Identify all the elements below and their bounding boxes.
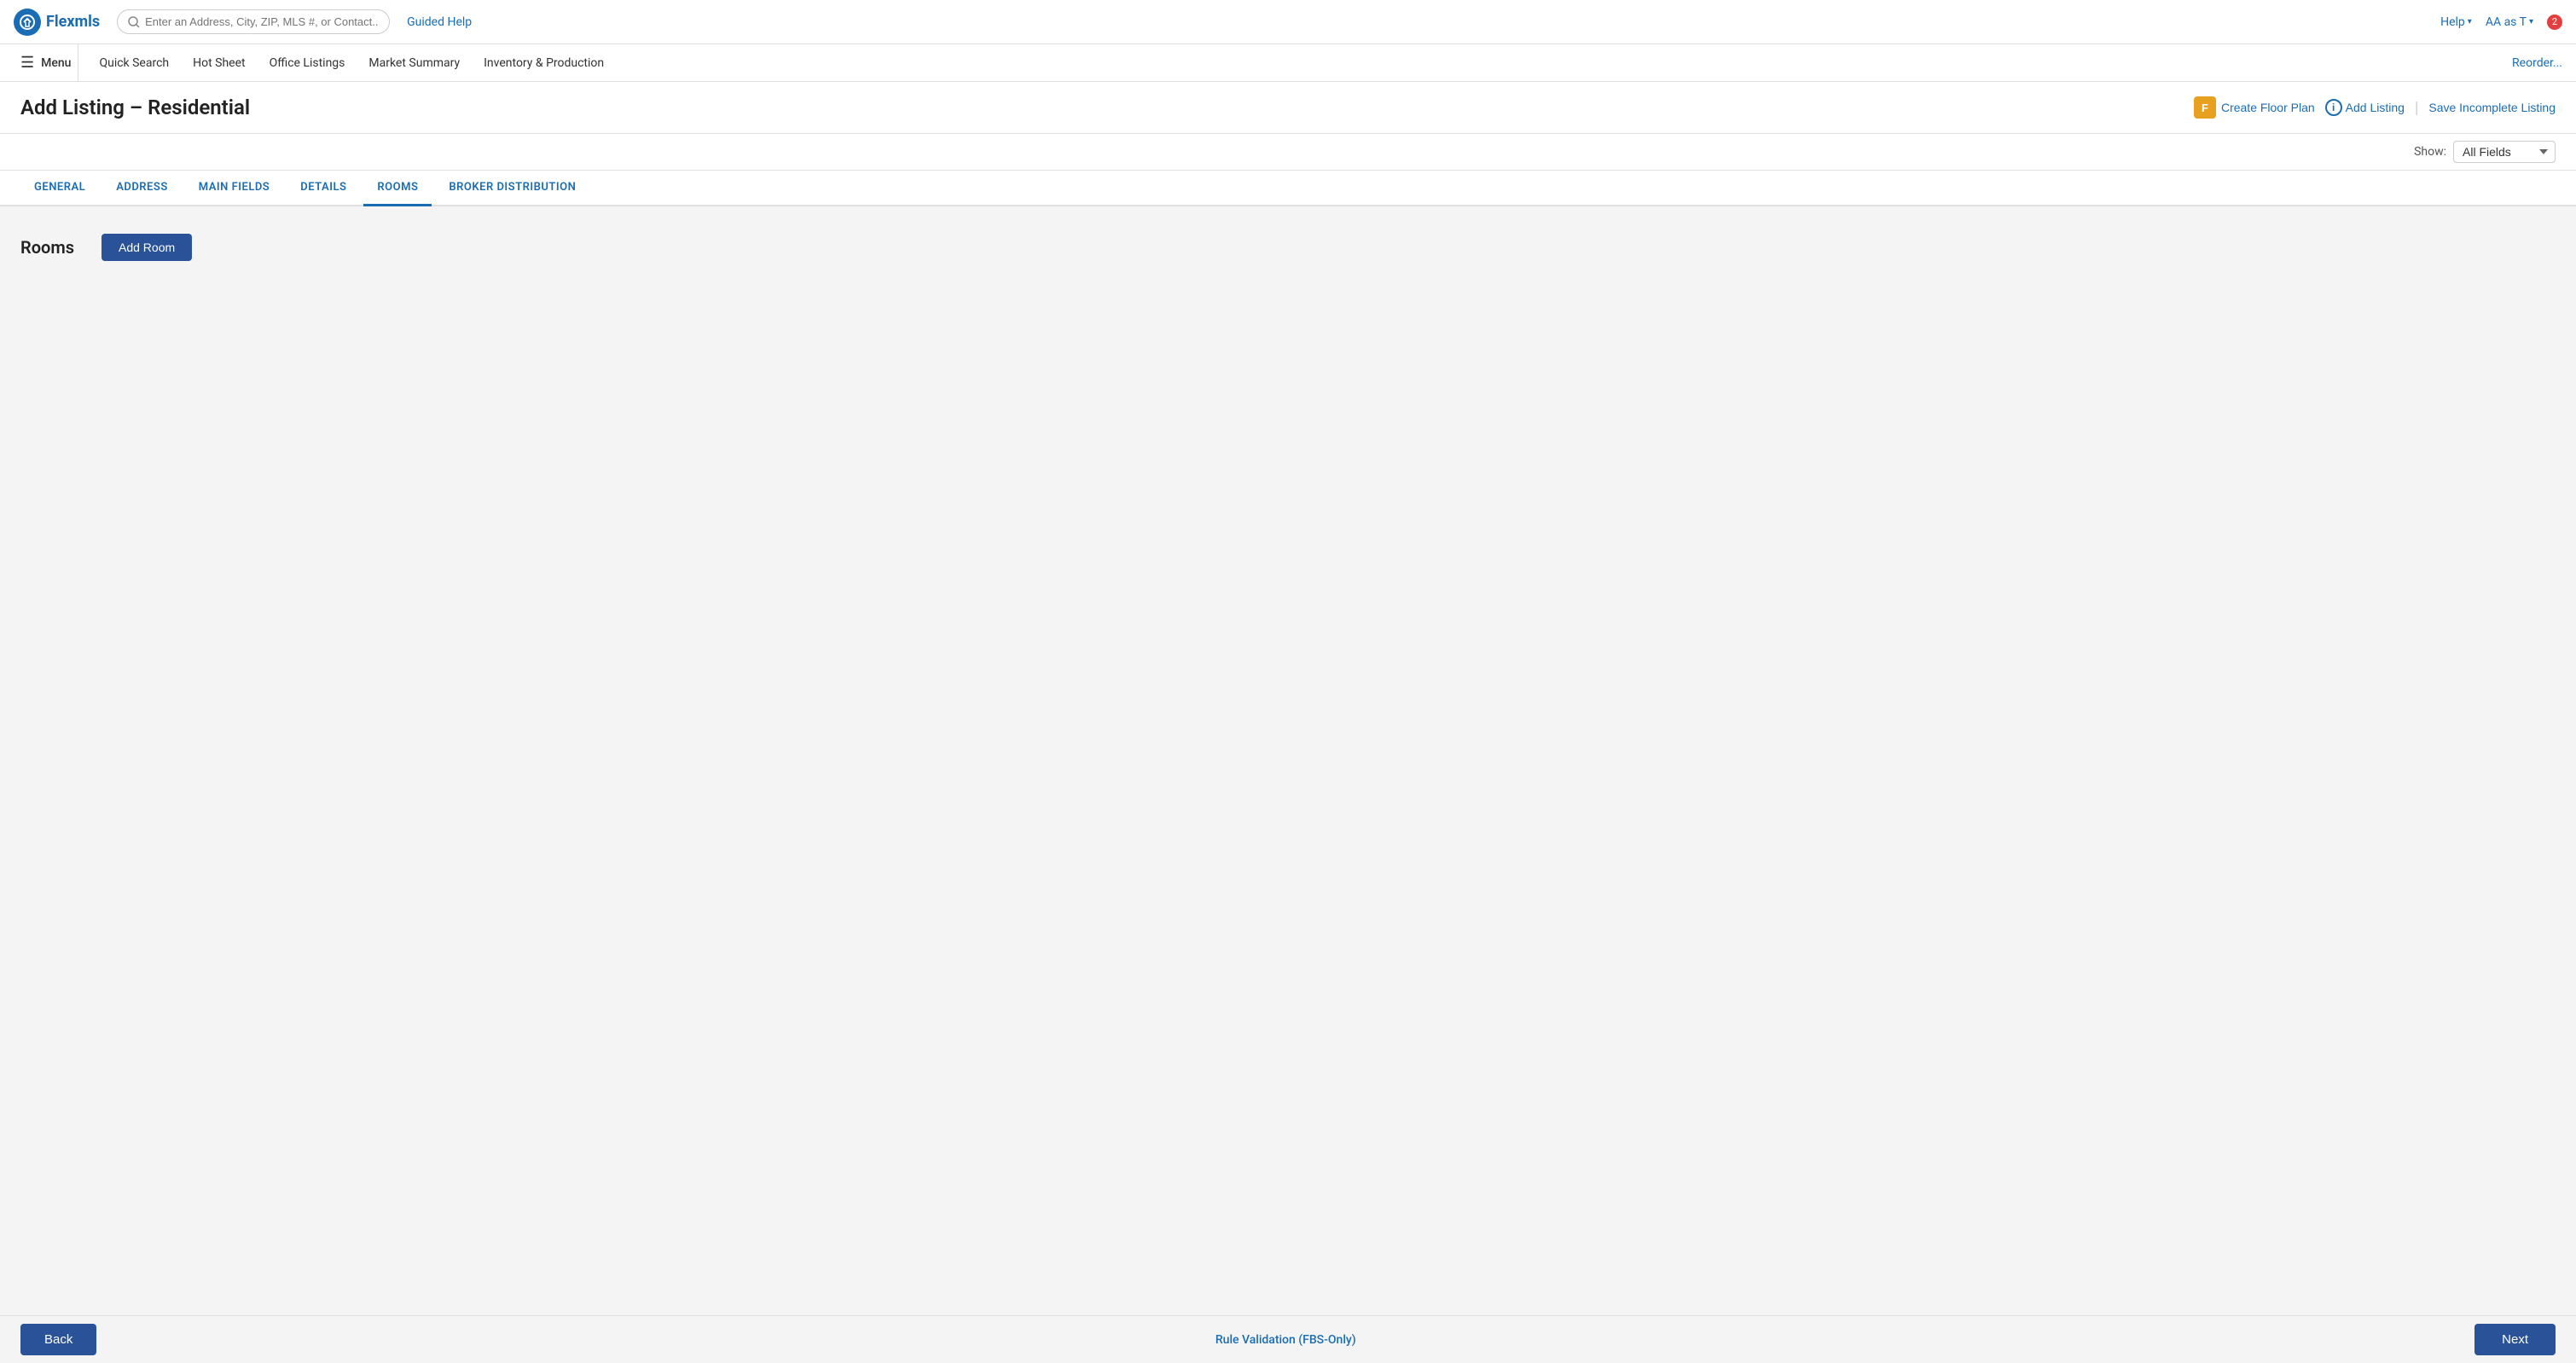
hamburger-icon: ☰ [20,54,34,72]
nav-quick-search[interactable]: Quick Search [89,44,179,81]
user-menu-button[interactable]: AA as T ▾ [2486,15,2533,29]
floor-plan-icon: F [2194,96,2216,119]
show-select[interactable]: All Fields [2453,141,2556,163]
header-actions: F Create Floor Plan i Add Listing | Save… [2194,96,2556,119]
show-filter-row: Show: All Fields [0,134,2576,171]
rooms-section-title: Rooms [20,237,74,258]
page-header: Add Listing – Residential F Create Floor… [0,82,2576,134]
search-icon [128,16,140,28]
nav-right: Help ▾ AA as T ▾ 2 [2440,14,2562,30]
menu-button[interactable]: ☰ Menu [14,44,78,81]
tab-main-fields[interactable]: MAIN FIELDS [185,171,283,206]
help-button[interactable]: Help ▾ [2440,15,2472,29]
menu-label: Menu [41,56,71,70]
next-button[interactable]: Next [2474,1324,2556,1355]
search-bar[interactable] [117,9,390,34]
user-chevron-icon: ▾ [2529,17,2533,26]
tab-bar: GENERAL ADDRESS MAIN FIELDS DETAILS ROOM… [0,171,2576,206]
info-icon: i [2325,99,2342,116]
rooms-header: Rooms Add Room [20,234,2556,261]
create-floor-plan-button[interactable]: F Create Floor Plan [2194,96,2315,119]
reorder-button[interactable]: Reorder... [2512,56,2562,70]
tab-details[interactable]: DETAILS [287,171,360,206]
bottom-bar: Back Rule Validation (FBS-Only) Next [0,1315,2576,1363]
second-navigation: ☰ Menu Quick Search Hot Sheet Office Lis… [0,44,2576,82]
main-content: Rooms Add Room [0,206,2576,1356]
guided-help-link[interactable]: Guided Help [407,15,472,29]
notification-badge[interactable]: 2 [2547,14,2562,30]
page-title: Add Listing – Residential [20,96,250,119]
nav-hot-sheet[interactable]: Hot Sheet [183,44,255,81]
tab-broker-distribution[interactable]: BROKER DISTRIBUTION [435,171,589,206]
nav-inventory-production[interactable]: Inventory & Production [473,44,614,81]
logo[interactable]: Flexmls [14,9,100,36]
save-incomplete-button[interactable]: Save Incomplete Listing [2428,101,2556,114]
rule-validation-link[interactable]: Rule Validation (FBS-Only) [1215,1333,1356,1347]
nav-office-listings[interactable]: Office Listings [259,44,356,81]
tab-address[interactable]: ADDRESS [102,171,182,206]
logo-icon [14,9,41,36]
tab-rooms[interactable]: ROOMS [363,171,432,206]
add-room-button[interactable]: Add Room [102,234,192,261]
tab-general[interactable]: GENERAL [20,171,99,206]
show-label: Show: [2414,145,2446,159]
top-navigation: Flexmls Guided Help Help ▾ AA as T ▾ 2 [0,0,2576,44]
logo-text: Flexmls [46,13,100,31]
separator: | [2415,99,2418,117]
search-input[interactable] [145,15,379,28]
help-chevron-icon: ▾ [2468,17,2472,26]
nav-market-summary[interactable]: Market Summary [358,44,470,81]
add-listing-button[interactable]: i Add Listing [2325,99,2405,116]
back-button[interactable]: Back [20,1324,96,1355]
